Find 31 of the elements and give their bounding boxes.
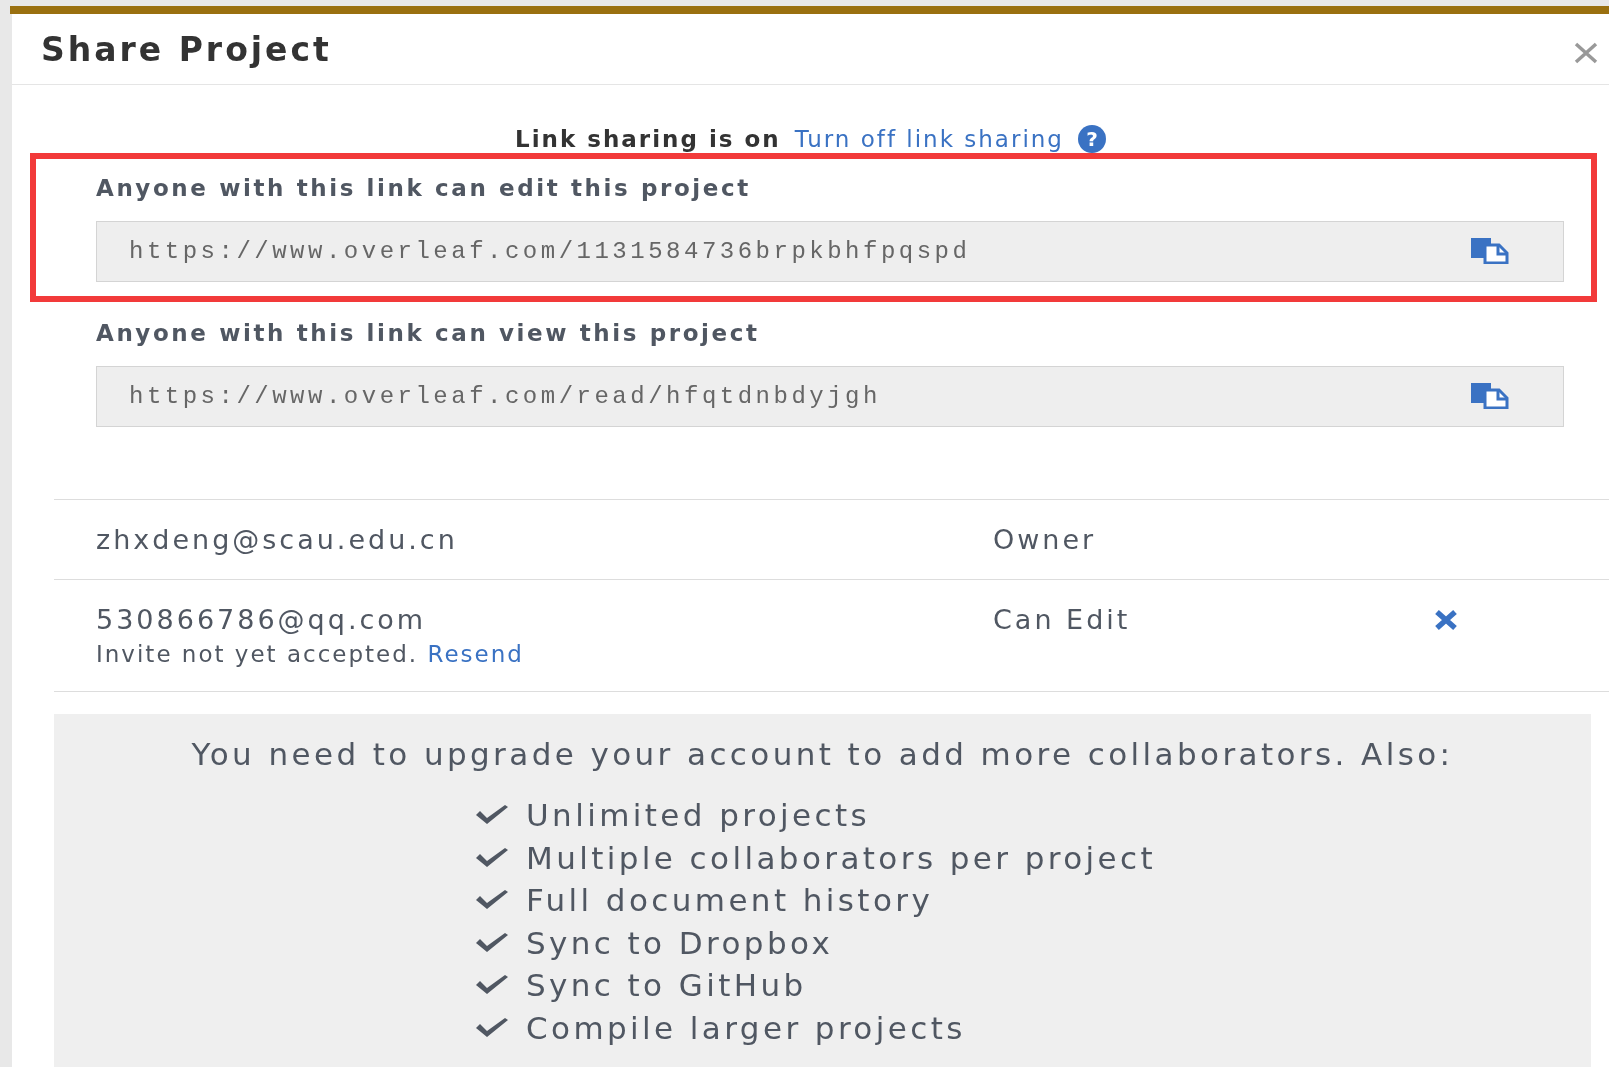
copy-icon[interactable] (1469, 236, 1509, 264)
resend-link[interactable]: Resend (427, 641, 524, 667)
collaborator-role: Owner (993, 524, 1098, 555)
feature-item: Sync to Dropbox (526, 924, 834, 961)
feature-item: Unlimited projects (526, 797, 871, 834)
turn-off-link[interactable]: Turn off link sharing (794, 126, 1064, 152)
check-icon (474, 974, 510, 997)
dialog-title: Share Project (41, 29, 332, 69)
remove-icon[interactable] (1433, 608, 1459, 632)
link-label: Anyone with this link can view this project (96, 320, 761, 346)
feature-item: Sync to GitHub (526, 967, 807, 1004)
collaborator-email: zhxdeng@scau.edu.cn (96, 524, 459, 555)
collaborator-email: 530866786@qq.com (96, 604, 428, 635)
check-icon (474, 846, 510, 869)
feature-item: Full document history (526, 882, 934, 919)
feature-item: Compile larger projects (526, 1009, 966, 1046)
help-icon[interactable]: ? (1078, 125, 1106, 153)
check-icon (474, 889, 510, 912)
check-icon (474, 1016, 510, 1039)
close-icon[interactable] (1573, 42, 1599, 64)
check-icon (474, 804, 510, 827)
link-sharing-status: Link sharing is on (515, 126, 781, 152)
url-field[interactable]: https://www.overleaf.com/read/hfqtdnbdyjgh (96, 366, 1564, 427)
upgrade-message: You need to upgrade your account to add more collaborators. Also: (190, 736, 1455, 772)
url-field[interactable]: https://www.overleaf.com/1131584736brpkbhfpqspd (96, 221, 1564, 282)
invite-note: Invite not yet accepted. Resend (96, 641, 525, 667)
collaborator-role: Can Edit (993, 604, 1132, 637)
copy-icon[interactable] (1469, 381, 1509, 409)
link-label: Anyone with this link can edit this project (96, 175, 752, 201)
check-icon (474, 931, 510, 954)
feature-item: Multiple collaborators per project (526, 839, 1157, 876)
